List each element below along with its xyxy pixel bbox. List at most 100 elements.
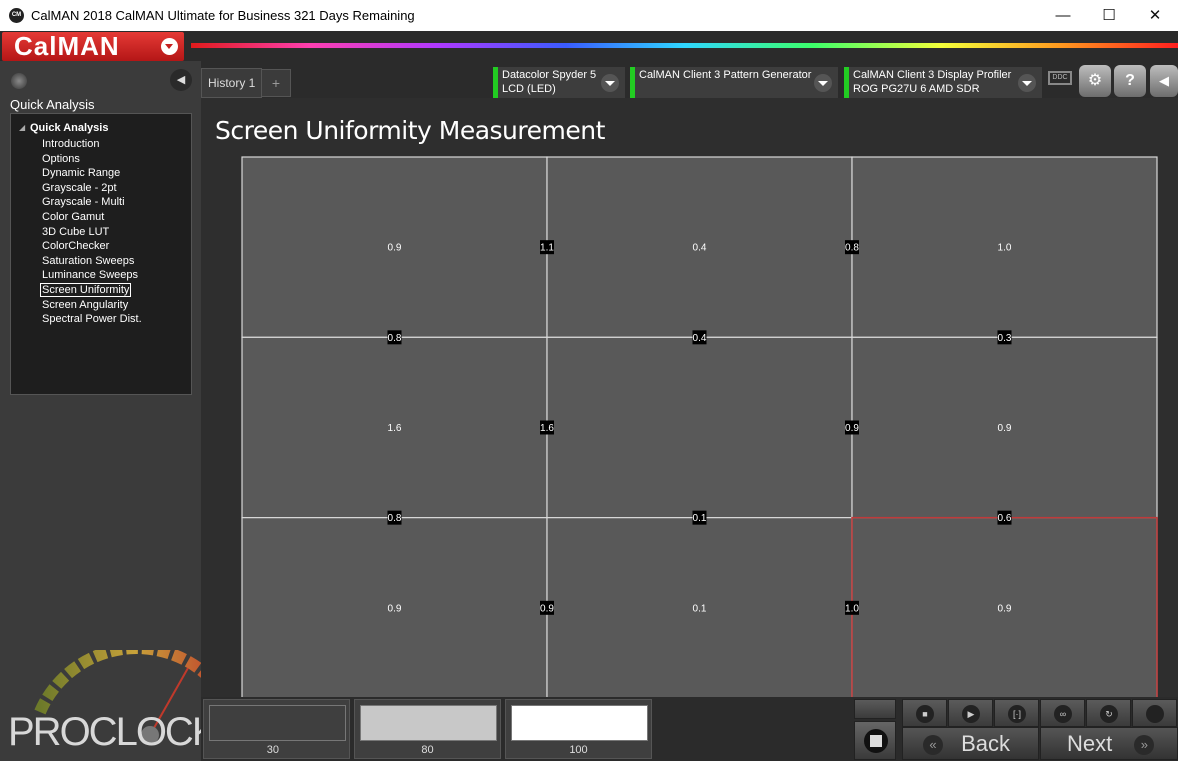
toggle-right-panel-button[interactable]: ◀ [1150,65,1178,97]
vertical-edge-deviation: 0.9 [540,600,554,615]
app-window: CM CalMAN 2018 CalMAN Ultimate for Busin… [0,0,1178,761]
tree-item[interactable]: Luminance Sweeps [42,268,142,283]
tree-item[interactable]: 3D Cube LUT [42,225,142,240]
vertical-edge-deviation: 1.1 [540,240,554,255]
tree-item[interactable]: Options [42,152,142,167]
grid-cell[interactable] [546,336,853,519]
cell-deviation-value: 0.9 [998,603,1012,614]
tree-item[interactable]: Spectral Power Dist. [42,312,142,327]
patch-100[interactable]: 100 [505,699,652,759]
tree-list: Introduction Options Dynamic Range Grayscal… [40,137,142,327]
calman-menu-button[interactable]: CalMAN [2,32,184,61]
minimize-button[interactable]: — [1040,0,1086,31]
tree-item-label: Saturation Sweeps [42,254,135,267]
tree-root[interactable]: Quick Analysis [30,122,108,134]
tree-item-label: 3D Cube LUT [42,225,110,238]
cell-deviation-value: 1.6 [388,423,402,434]
bottom-bar: 30 80 100 ■ ▶ [·] ∞ ↻ « Back Next » [201,697,1178,761]
tree-item[interactable]: Introduction [42,137,142,152]
scroll-up-button[interactable] [854,699,896,719]
vertical-edge-deviation: 1.6 [540,420,554,435]
cell-deviation-value: 1.0 [998,243,1012,254]
patch-swatch [360,705,497,741]
play-button[interactable]: ▶ [948,699,993,727]
tree-item-label: Options [42,152,80,165]
cell-deviation: 0.4 [693,243,707,254]
chevron-down-icon[interactable] [814,74,832,92]
refresh-button[interactable]: ↻ [1086,699,1131,727]
patch-80[interactable]: 80 [354,699,501,759]
tree-item[interactable]: Screen Angularity [42,298,142,313]
stop-pattern-button[interactable] [854,721,896,760]
cell-deviation: 1.6 [388,423,402,434]
cell-deviation: 0.9 [388,243,402,254]
cell-deviation-value: 0.9 [388,243,402,254]
window-title: CalMAN 2018 CalMAN Ultimate for Business… [31,8,415,23]
display-profiler-name: CalMAN Client 3 Display Profiler [853,69,1012,81]
tree-item[interactable]: Dynamic Range [42,166,142,181]
pattern-generator-selector[interactable]: CalMAN Client 3 Pattern Generator [630,67,838,98]
workflow-tree: ◢ Quick Analysis Introduction Options Dyna… [10,113,192,395]
tree-item[interactable]: Color Gamut [42,210,142,225]
back-label: Back [961,731,1011,756]
patch-label: 30 [266,744,279,756]
help-icon: ? [1125,72,1135,89]
step-button[interactable]: [·] [994,699,1039,727]
collapse-panel-button[interactable]: ◀ [170,69,192,91]
settings-button[interactable]: ⚙ [1079,65,1111,97]
horizontal-edge-deviation: 0.8 [387,510,402,525]
brand-bar: CalMAN [0,31,1178,61]
next-label: Next [1067,731,1113,756]
record-button[interactable] [1132,699,1177,727]
display-profile-selector[interactable]: CalMAN Client 3 Display Profiler ROG PG2… [844,67,1042,98]
chevron-down-icon[interactable] [1018,74,1036,92]
patch-swatch [511,705,648,741]
tree-item[interactable]: Saturation Sweeps [42,254,142,269]
next-button[interactable]: Next » [1040,727,1178,760]
tree-expand-icon[interactable]: ◢ [19,123,25,132]
cell-deviation-value: 0.9 [388,603,402,614]
vertical-edge-deviation-value: 1.0 [845,603,859,614]
add-tab-button[interactable]: + [261,69,291,97]
tree-item[interactable]: Screen Uniformity [40,282,142,298]
cell-deviation: 0.9 [998,603,1012,614]
chevron-down-icon [161,38,178,55]
tree-item[interactable]: ColorChecker [42,239,142,254]
rainbow-strip [191,43,1178,48]
horizontal-edge-deviation: 0.8 [387,330,402,345]
panel-knob-icon[interactable] [11,73,27,89]
loop-button[interactable]: ∞ [1040,699,1085,727]
horizontal-edge-deviation-value: 0.1 [693,513,707,524]
panel-title: Quick Analysis [10,97,95,112]
horizontal-edge-deviation-value: 0.8 [388,513,402,524]
maximize-button[interactable]: ☐ [1086,0,1132,31]
refresh-icon: ↻ [1100,705,1118,723]
pattern-generator-name: CalMAN Client 3 Pattern Generator [639,69,812,81]
vertical-edge-deviation-value: 1.6 [540,423,554,434]
vertical-edge-deviation-value: 1.1 [540,243,554,254]
cell-deviation-value: 0.1 [693,603,707,614]
vertical-edge-deviation: 0.9 [845,420,859,435]
logo-text: CalMAN [14,31,120,61]
cell-deviation: 0.9 [998,423,1012,434]
tab-history-1[interactable]: History 1 [201,68,263,98]
meter-device-selector[interactable]: Datacolor Spyder 5 LCD (LED) [493,67,625,98]
horizontal-edge-deviation: 0.3 [997,330,1012,345]
help-button[interactable]: ? [1114,65,1146,97]
app-icon: CM [9,8,24,23]
stop-button[interactable]: ■ [902,699,947,727]
horizontal-edge-deviation: 0.1 [692,510,707,525]
cell-deviation-value: 0.9 [998,423,1012,434]
display-profile-name: ROG PG27U 6 AMD SDR [853,83,980,95]
tree-item-label: Screen Angularity [42,298,129,311]
horizontal-edge-deviation-value: 0.4 [693,333,707,344]
patch-30[interactable]: 30 [203,699,350,759]
tree-item[interactable]: Grayscale - 2pt [42,181,142,196]
horizontal-edge-deviation-value: 0.8 [388,333,402,344]
back-button[interactable]: « Back [902,727,1039,760]
chevron-down-icon[interactable] [601,74,619,92]
tree-item[interactable]: Grayscale - Multi [42,195,142,210]
ddc-button[interactable]: DDC [1046,69,1074,97]
horizontal-edge-deviation-value: 0.3 [998,333,1012,344]
close-button[interactable]: ✕ [1132,0,1178,31]
